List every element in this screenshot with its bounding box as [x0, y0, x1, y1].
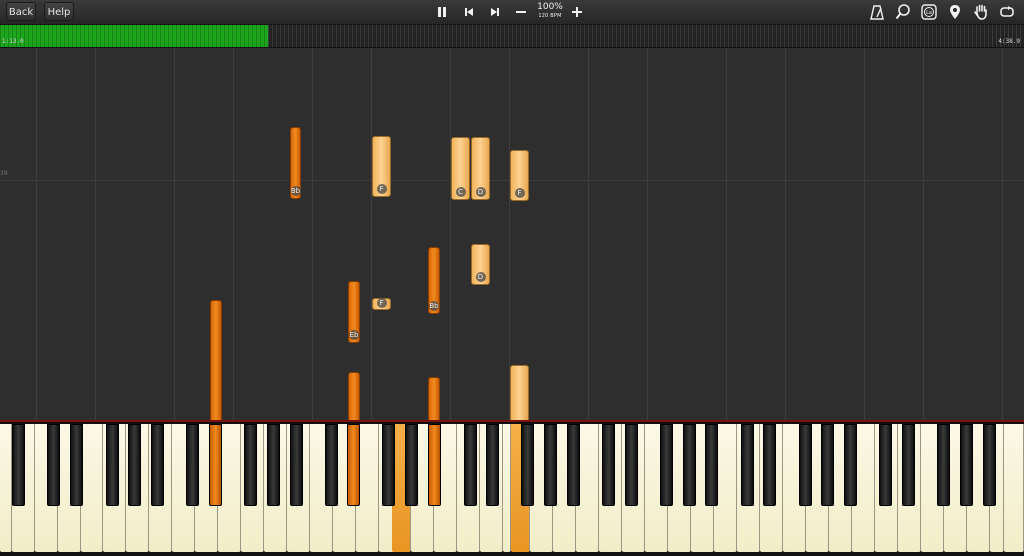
- falling-note: [210, 300, 222, 420]
- black-key[interactable]: [12, 424, 25, 506]
- falling-note: Eb: [348, 281, 360, 343]
- loop-icon[interactable]: [998, 3, 1016, 21]
- speed-percent: 100%: [537, 2, 563, 12]
- falling-note: F: [372, 298, 391, 310]
- black-key[interactable]: [151, 424, 164, 506]
- song-progress-bar[interactable]: 1:13.0 4:38.9: [0, 25, 1024, 48]
- note-roll: 39 Bb F C D F D F Eb Bb: [0, 48, 1024, 420]
- black-key[interactable]: [937, 424, 950, 506]
- black-key[interactable]: [567, 424, 580, 506]
- black-key[interactable]: [602, 424, 615, 506]
- black-key[interactable]: [486, 424, 499, 506]
- black-key[interactable]: [741, 424, 754, 506]
- note-label: F: [376, 184, 387, 194]
- black-key[interactable]: [70, 424, 83, 506]
- black-key[interactable]: [879, 424, 892, 506]
- end-time: 4:38.9: [998, 38, 1020, 45]
- note-label: Eb: [349, 330, 359, 340]
- note-label: Bb: [429, 301, 439, 311]
- note-label: C: [455, 187, 466, 197]
- piano-keyboard: [0, 420, 1024, 556]
- black-key[interactable]: [960, 424, 973, 506]
- black-key[interactable]: [267, 424, 280, 506]
- falling-note: C: [451, 137, 470, 200]
- black-key[interactable]: [705, 424, 718, 506]
- black-key[interactable]: [799, 424, 812, 506]
- black-key[interactable]: [821, 424, 834, 506]
- black-key[interactable]: [382, 424, 395, 506]
- pause-icon[interactable]: [433, 3, 451, 21]
- black-key[interactable]: [625, 424, 638, 506]
- falling-note: [428, 377, 440, 420]
- magnifier-icon[interactable]: [894, 3, 912, 21]
- black-key[interactable]: [47, 424, 60, 506]
- white-key[interactable]: [0, 424, 12, 552]
- falling-note: F: [510, 150, 529, 201]
- progress-fill: [0, 25, 269, 47]
- svg-text:La: La: [926, 10, 932, 16]
- falling-note: [348, 372, 360, 420]
- black-key[interactable]: [521, 424, 534, 506]
- black-key[interactable]: [244, 424, 257, 506]
- note-label: F: [376, 298, 387, 308]
- location-pin-icon[interactable]: [946, 3, 964, 21]
- black-key-pressed[interactable]: [347, 424, 360, 506]
- black-key[interactable]: [464, 424, 477, 506]
- black-key[interactable]: [405, 424, 418, 506]
- help-button[interactable]: Help: [44, 2, 74, 21]
- metronome-icon[interactable]: [868, 3, 886, 21]
- note-label: D: [475, 272, 486, 282]
- black-key[interactable]: [660, 424, 673, 506]
- white-key[interactable]: [503, 424, 511, 552]
- white-key[interactable]: [1004, 424, 1024, 552]
- toolbar: Back Help 100% 120 BPM La: [0, 0, 1024, 25]
- measure-number: 39: [0, 170, 8, 177]
- falling-note: Bb: [428, 247, 440, 314]
- black-key[interactable]: [683, 424, 696, 506]
- black-key[interactable]: [902, 424, 915, 506]
- black-key-pressed[interactable]: [428, 424, 441, 506]
- falling-note: D: [471, 137, 490, 200]
- black-key[interactable]: [983, 424, 996, 506]
- note-label: Bb: [290, 186, 301, 196]
- black-key[interactable]: [290, 424, 303, 506]
- minus-icon[interactable]: [512, 3, 530, 21]
- black-key[interactable]: [844, 424, 857, 506]
- falling-note: [510, 365, 529, 420]
- black-key[interactable]: [763, 424, 776, 506]
- tempo-bpm: 120 BPM: [538, 13, 562, 19]
- falling-note: Bb: [290, 127, 301, 199]
- black-key[interactable]: [128, 424, 141, 506]
- hand-icon[interactable]: [972, 3, 990, 21]
- note-label: F: [514, 188, 525, 198]
- falling-note: F: [372, 136, 391, 197]
- white-key[interactable]: [81, 424, 103, 552]
- black-key[interactable]: [106, 424, 119, 506]
- plus-icon[interactable]: [568, 3, 586, 21]
- back-button[interactable]: Back: [6, 2, 36, 21]
- note-label-icon[interactable]: La: [920, 3, 938, 21]
- skip-forward-icon[interactable]: [486, 3, 504, 21]
- falling-note: D: [471, 244, 490, 285]
- note-label: D: [475, 187, 486, 197]
- black-key[interactable]: [544, 424, 557, 506]
- skip-back-icon[interactable]: [460, 3, 478, 21]
- black-key-pressed[interactable]: [209, 424, 222, 506]
- black-key[interactable]: [325, 424, 338, 506]
- black-key[interactable]: [186, 424, 199, 506]
- start-time: 1:13.0: [2, 38, 24, 45]
- speed-readout: 100% 120 BPM: [534, 2, 566, 20]
